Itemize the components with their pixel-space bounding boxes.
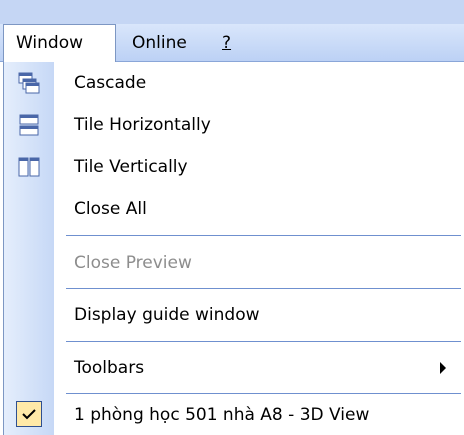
- menu-item-close-preview-label: Close Preview: [74, 253, 192, 273]
- menu-bar: Window Online ?: [0, 24, 464, 63]
- submenu-arrow-icon: [440, 362, 446, 374]
- menubar-online-label: Online: [132, 33, 187, 53]
- menubar-window[interactable]: Window: [3, 24, 116, 63]
- tile-horizontal-icon: [19, 114, 39, 136]
- window-dropdown-menu: Cascade Tile Horizontally Tile Verticall…: [3, 62, 464, 435]
- checkmark-icon: [22, 409, 36, 420]
- menubar-window-label: Window: [16, 33, 84, 53]
- menu-item-toolbars-label: Toolbars: [74, 358, 145, 378]
- menu-separator: [66, 341, 461, 342]
- menu-item-cascade[interactable]: Cascade: [4, 62, 464, 104]
- menu-item-tile-vertically-label: Tile Vertically: [74, 157, 188, 177]
- menu-item-close-preview: Close Preview: [4, 242, 464, 284]
- cascade-icon: [18, 72, 40, 94]
- menu-item-tile-horizontally[interactable]: Tile Horizontally: [4, 104, 464, 146]
- menubar-help[interactable]: ?: [214, 24, 244, 62]
- menu-item-tile-horizontally-label: Tile Horizontally: [74, 115, 211, 135]
- menu-separator: [66, 288, 461, 289]
- menubar-online[interactable]: Online: [124, 24, 204, 62]
- menu-item-open-window-1[interactable]: 1 phòng học 501 nhà A8 - 3D View: [4, 394, 464, 435]
- checked-indicator: [16, 401, 42, 427]
- menu-item-close-all[interactable]: Close All: [4, 188, 464, 230]
- tile-vertical-icon: [18, 157, 40, 177]
- menu-item-toolbars[interactable]: Toolbars: [4, 347, 464, 389]
- menu-item-display-guide-window[interactable]: Display guide window: [4, 294, 464, 336]
- menu-item-close-all-label: Close All: [74, 199, 147, 219]
- menu-item-cascade-label: Cascade: [74, 73, 147, 93]
- menu-item-tile-vertically[interactable]: Tile Vertically: [4, 146, 464, 188]
- menu-item-open-window-1-label: 1 phòng học 501 nhà A8 - 3D View: [74, 405, 370, 425]
- menu-item-display-guide-window-label: Display guide window: [74, 305, 260, 325]
- window-menu-screenshot: Window Online ? Cascade Tile Horizontall…: [0, 0, 464, 435]
- menubar-help-label: ?: [222, 33, 232, 53]
- title-edge: [0, 0, 464, 24]
- menu-separator: [66, 235, 461, 236]
